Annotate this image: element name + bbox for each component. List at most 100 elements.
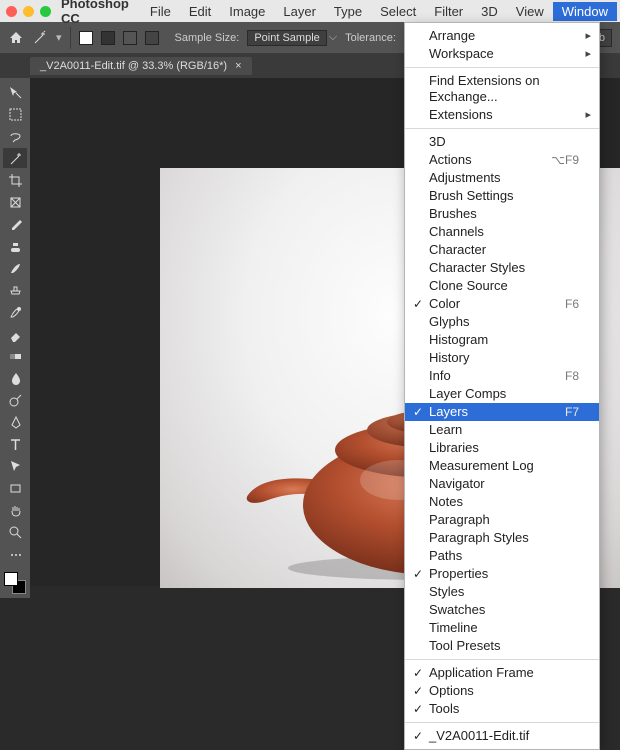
menu-item-workspace[interactable]: Workspace xyxy=(405,45,599,63)
zoom-tool[interactable] xyxy=(3,522,27,542)
blur-tool[interactable] xyxy=(3,368,27,388)
menu-item-label: Info xyxy=(429,368,451,384)
menu-item-libraries[interactable]: Libraries xyxy=(405,439,599,457)
subtract-selection-icon[interactable] xyxy=(123,31,137,45)
menu-item-label: Histogram xyxy=(429,332,488,348)
menu-layer[interactable]: Layer xyxy=(274,2,325,21)
hand-tool[interactable] xyxy=(3,500,27,520)
menu-item-v2a0011-edit-tif[interactable]: _V2A0011-Edit.tif xyxy=(405,727,599,745)
menu-item-arrange[interactable]: Arrange xyxy=(405,27,599,45)
menu-file[interactable]: File xyxy=(141,2,180,21)
type-tool[interactable] xyxy=(3,434,27,454)
close-tab-icon[interactable]: × xyxy=(235,60,241,72)
foreground-color-swatch[interactable] xyxy=(4,572,18,586)
clone-stamp-tool[interactable] xyxy=(3,280,27,300)
gradient-tool[interactable] xyxy=(3,346,27,366)
menu-item-label: Layer Comps xyxy=(429,386,506,402)
move-tool[interactable] xyxy=(3,82,27,102)
brush-tool[interactable] xyxy=(3,258,27,278)
menu-item-layer-comps[interactable]: Layer Comps xyxy=(405,385,599,403)
menubar: Photoshop CC FileEditImageLayerTypeSelec… xyxy=(0,0,620,22)
menu-item-measurement-log[interactable]: Measurement Log xyxy=(405,457,599,475)
menu-item-3d[interactable]: 3D xyxy=(405,133,599,151)
menu-separator xyxy=(405,128,599,129)
menu-item-label: Character Styles xyxy=(429,260,525,276)
menu-item-label: Brushes xyxy=(429,206,477,222)
sample-size-select[interactable]: Point Sample xyxy=(247,30,326,46)
history-brush-tool[interactable] xyxy=(3,302,27,322)
menu-item-find-extensions-on-exchange[interactable]: Find Extensions on Exchange... xyxy=(405,72,599,106)
menu-item-brush-settings[interactable]: Brush Settings xyxy=(405,187,599,205)
menu-view[interactable]: View xyxy=(507,2,553,21)
zoom-window-icon[interactable] xyxy=(40,6,51,17)
menu-item-character-styles[interactable]: Character Styles xyxy=(405,259,599,277)
menu-item-label: Glyphs xyxy=(429,314,469,330)
menu-item-application-frame[interactable]: Application Frame xyxy=(405,664,599,682)
menu-select[interactable]: Select xyxy=(371,2,425,21)
menu-item-notes[interactable]: Notes xyxy=(405,493,599,511)
rectangle-tool[interactable] xyxy=(3,478,27,498)
menu-item-paragraph[interactable]: Paragraph xyxy=(405,511,599,529)
pen-tool[interactable] xyxy=(3,412,27,432)
menu-item-label: Workspace xyxy=(429,46,494,62)
menu-item-glyphs[interactable]: Glyphs xyxy=(405,313,599,331)
minimize-window-icon[interactable] xyxy=(23,6,34,17)
eyedropper-tool[interactable] xyxy=(3,214,27,234)
menu-item-paragraph-styles[interactable]: Paragraph Styles xyxy=(405,529,599,547)
menu-type[interactable]: Type xyxy=(325,2,371,21)
menu-item-properties[interactable]: Properties xyxy=(405,565,599,583)
lasso-tool[interactable] xyxy=(3,126,27,146)
spot-heal-tool[interactable] xyxy=(3,236,27,256)
window-menu-dropdown: ArrangeWorkspace Find Extensions on Excha… xyxy=(404,22,600,750)
menu-item-label: _V2A0011-Edit.tif xyxy=(429,728,529,744)
document-tab[interactable]: _V2A0011-Edit.tif @ 33.3% (RGB/16*) × xyxy=(30,57,252,75)
menu-item-learn[interactable]: Learn xyxy=(405,421,599,439)
menu-item-navigator[interactable]: Navigator xyxy=(405,475,599,493)
close-window-icon[interactable] xyxy=(6,6,17,17)
home-icon[interactable] xyxy=(8,30,24,46)
menu-item-label: Character xyxy=(429,242,486,258)
color-swatches[interactable] xyxy=(4,572,26,594)
menu-item-label: Find Extensions on Exchange... xyxy=(429,73,579,105)
dodge-tool[interactable] xyxy=(3,390,27,410)
menu-item-tools[interactable]: Tools xyxy=(405,700,599,718)
menu-item-extensions[interactable]: Extensions xyxy=(405,106,599,124)
menu-image[interactable]: Image xyxy=(220,2,274,21)
menu-item-history[interactable]: History xyxy=(405,349,599,367)
path-select-tool[interactable] xyxy=(3,456,27,476)
menu-item-label: Paragraph xyxy=(429,512,490,528)
menu-3d[interactable]: 3D xyxy=(472,2,507,21)
menu-item-info[interactable]: InfoF8 xyxy=(405,367,599,385)
eraser-tool[interactable] xyxy=(3,324,27,344)
menu-item-actions[interactable]: Actions⌥F9 xyxy=(405,151,599,169)
menu-filter[interactable]: Filter xyxy=(425,2,472,21)
menu-item-color[interactable]: ColorF6 xyxy=(405,295,599,313)
menu-item-swatches[interactable]: Swatches xyxy=(405,601,599,619)
menu-item-shortcut: F6 xyxy=(565,296,579,312)
marquee-tool[interactable] xyxy=(3,104,27,124)
menu-window[interactable]: Window xyxy=(553,2,617,21)
menu-item-label: Properties xyxy=(429,566,488,582)
menu-item-paths[interactable]: Paths xyxy=(405,547,599,565)
menu-item-tool-presets[interactable]: Tool Presets xyxy=(405,637,599,655)
menu-edit[interactable]: Edit xyxy=(180,2,220,21)
new-selection-icon[interactable] xyxy=(79,31,93,45)
tool-panel xyxy=(0,78,30,598)
menu-item-brushes[interactable]: Brushes xyxy=(405,205,599,223)
document-tab-title: _V2A0011-Edit.tif @ 33.3% (RGB/16*) xyxy=(40,60,227,72)
frame-tool[interactable] xyxy=(3,192,27,212)
add-selection-icon[interactable] xyxy=(101,31,115,45)
menu-item-channels[interactable]: Channels xyxy=(405,223,599,241)
intersect-selection-icon[interactable] xyxy=(145,31,159,45)
crop-tool[interactable] xyxy=(3,170,27,190)
edit-toolbar[interactable] xyxy=(3,544,27,564)
menu-item-options[interactable]: Options xyxy=(405,682,599,700)
magic-wand-tool[interactable] xyxy=(3,148,27,168)
menu-item-character[interactable]: Character xyxy=(405,241,599,259)
menu-item-clone-source[interactable]: Clone Source xyxy=(405,277,599,295)
menu-item-adjustments[interactable]: Adjustments xyxy=(405,169,599,187)
menu-item-layers[interactable]: LayersF7 xyxy=(405,403,599,421)
menu-item-timeline[interactable]: Timeline xyxy=(405,619,599,637)
menu-item-histogram[interactable]: Histogram xyxy=(405,331,599,349)
magic-wand-icon[interactable] xyxy=(32,30,48,46)
